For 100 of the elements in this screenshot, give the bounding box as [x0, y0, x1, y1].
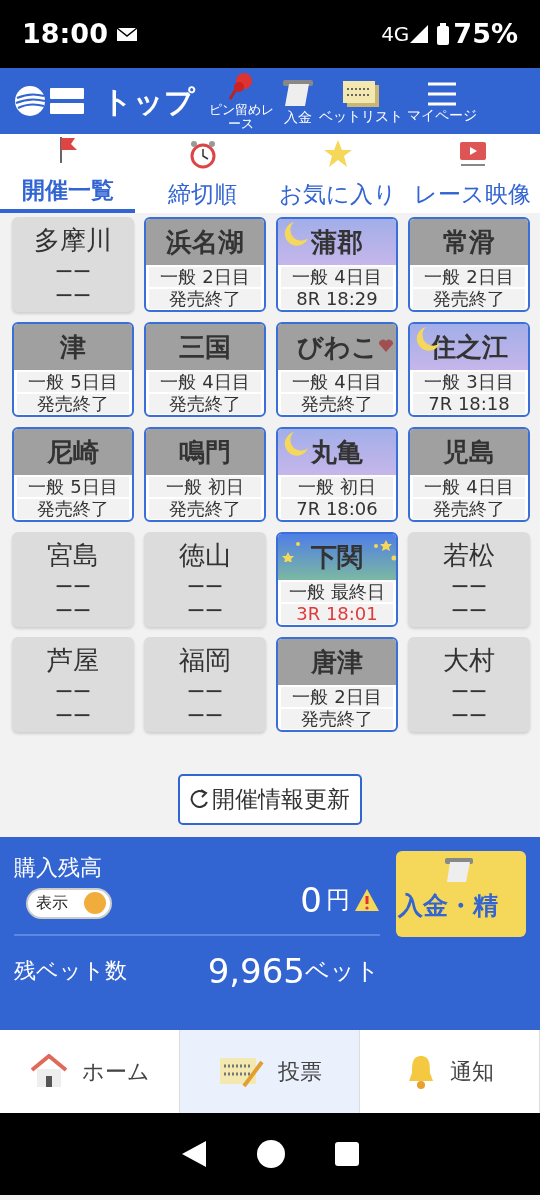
venue-race-info: 一般 初日	[281, 477, 393, 497]
venue-race-info: 一般 2日目	[149, 267, 261, 287]
venue-status: ーー	[187, 575, 223, 599]
bets-count: 9,965	[207, 949, 305, 993]
venue-card[interactable]: 唐津 一般 2日目 発売終了	[276, 637, 398, 732]
venue-name: 丸亀	[278, 429, 396, 475]
refresh-button[interactable]: 開催情報更新	[178, 774, 362, 825]
venue-name: 若松	[443, 539, 495, 572]
bets-unit: ベット	[305, 955, 380, 985]
venue-race-info: 一般 2日目	[413, 267, 525, 287]
venue-race-info: 一般 最終日	[281, 582, 393, 602]
venue-name: 蒲郡	[278, 219, 396, 265]
venue-status: 8R 18:29	[281, 289, 393, 309]
currency-unit: 円	[326, 884, 350, 916]
mail-icon	[115, 26, 138, 42]
header-action-button[interactable]: ベットリスト	[317, 78, 405, 124]
venue-name: 徳山	[179, 539, 231, 572]
venue-name: 宮島	[47, 539, 99, 572]
bets-label: 残ベット数	[14, 957, 127, 986]
venue-name: びわこ	[278, 324, 396, 370]
recent-apps-icon[interactable]	[334, 1140, 360, 1167]
venue-card[interactable]: 浜名湖 一般 2日目 発売終了	[144, 217, 266, 312]
venue-name: 浜名湖	[146, 219, 264, 265]
page-title: トップ	[102, 82, 195, 121]
venue-status: 発売終了	[17, 499, 129, 519]
venue-name: 児島	[410, 429, 528, 475]
header-action-button[interactable]: マイページ	[405, 79, 479, 123]
clock-time: 18:00	[22, 16, 108, 51]
venue-card[interactable]: 多摩川 ーー ーー	[12, 217, 134, 312]
balance-amount: 0	[300, 878, 322, 922]
venue-name: 大村	[443, 644, 495, 677]
venue-race-info: 一般 2日目	[281, 687, 393, 707]
venue-card[interactable]: 児島 一般 4日目 発売終了	[408, 427, 530, 522]
venue-race-info: 一般 4日目	[149, 372, 261, 392]
venue-race-info: 一般 4日目	[281, 372, 393, 392]
venue-name: 三国	[146, 324, 264, 370]
venue-tab[interactable]: 開催一覧	[0, 134, 135, 213]
venue-race-info: 一般 3日目	[413, 372, 525, 392]
venue-card[interactable]: 蒲郡 一般 4日目 8R 18:29	[276, 217, 398, 312]
venue-status: 発売終了	[413, 499, 525, 519]
venue-status: 発売終了	[17, 394, 129, 414]
venue-card[interactable]: 大村 ーー ーー	[408, 637, 530, 732]
venue-card[interactable]: 津 一般 5日目 発売終了	[12, 322, 134, 417]
venue-status: ーー	[55, 680, 91, 704]
star-icon	[322, 138, 353, 169]
signal-icon	[409, 24, 430, 44]
bottom-nav-tab[interactable]: 投票	[180, 1029, 360, 1113]
venue-name: 福岡	[179, 644, 231, 677]
venue-status: ーー	[55, 704, 91, 728]
venue-card[interactable]: 丸亀 一般 初日 7R 18:06	[276, 427, 398, 522]
venue-card[interactable]: 鳴門 一般 初日 発売終了	[144, 427, 266, 522]
venue-tab[interactable]: お気に入り	[270, 134, 405, 213]
venue-name: 鳴門	[146, 429, 264, 475]
venue-card[interactable]: 下関 一般 最終日 3R 18:01	[276, 532, 398, 627]
venue-status: 発売終了	[149, 394, 261, 414]
venue-card[interactable]: 芦屋 ーー ーー	[12, 637, 134, 732]
venue-status: 発売終了	[413, 289, 525, 309]
venue-card[interactable]: 徳山 ーー ーー	[144, 532, 266, 627]
venue-status: 発売終了	[281, 394, 393, 414]
venue-name: 唐津	[278, 639, 396, 685]
venue-tab[interactable]: レース映像	[405, 134, 540, 213]
battery-level: 75%	[453, 16, 518, 51]
venue-name: 尼崎	[14, 429, 132, 475]
venue-status: ーー	[187, 599, 223, 623]
back-icon[interactable]	[180, 1138, 208, 1169]
venue-name: 津	[14, 324, 132, 370]
venue-status: 発売終了	[149, 289, 261, 309]
venue-card[interactable]: 福岡 ーー ーー	[144, 637, 266, 732]
venue-race-info: 一般 5日目	[17, 477, 129, 497]
venue-status: 7R 18:18	[413, 394, 525, 414]
venue-status: ーー	[55, 599, 91, 623]
venue-race-info: 一般 5日目	[17, 372, 129, 392]
venue-card[interactable]: びわこ 一般 4日目 発売終了	[276, 322, 398, 417]
venue-card[interactable]: 尼崎 一般 5日目 発売終了	[12, 427, 134, 522]
venue-name: 芦屋	[47, 644, 99, 677]
venue-card[interactable]: 常滑 一般 2日目 発売終了	[408, 217, 530, 312]
venue-status: ーー	[187, 704, 223, 728]
home-icon[interactable]	[256, 1138, 286, 1169]
tickets-icon	[341, 78, 381, 109]
venue-race-info: 一般 初日	[149, 477, 261, 497]
battery-icon	[437, 23, 450, 45]
deposit-button[interactable]: 入金・精	[396, 850, 526, 937]
venue-card[interactable]: 三国 一般 4日目 発売終了	[144, 322, 266, 417]
venue-status: ーー	[55, 284, 91, 308]
venue-status: ーー	[451, 680, 487, 704]
refresh-icon	[190, 788, 210, 811]
header-action-button[interactable]: 入金	[279, 77, 317, 125]
venue-card[interactable]: 宮島 ーー ーー	[12, 532, 134, 627]
house-icon	[29, 1054, 68, 1088]
venue-status: ーー	[187, 680, 223, 704]
venue-status: 発売終了	[281, 709, 393, 729]
header-action-button[interactable]: ピン留めレース	[203, 71, 279, 131]
venue-tab[interactable]: 締切順	[135, 134, 270, 213]
venue-race-info: 一般 4日目	[413, 477, 525, 497]
balance-label: 購入残高	[14, 853, 103, 882]
network-type: 4G	[381, 21, 410, 48]
venue-status: 3R 18:01	[281, 604, 393, 624]
venue-card[interactable]: 若松 ーー ーー	[408, 532, 530, 627]
venue-status: ーー	[55, 260, 91, 284]
display-toggle[interactable]: 表示	[26, 887, 112, 919]
